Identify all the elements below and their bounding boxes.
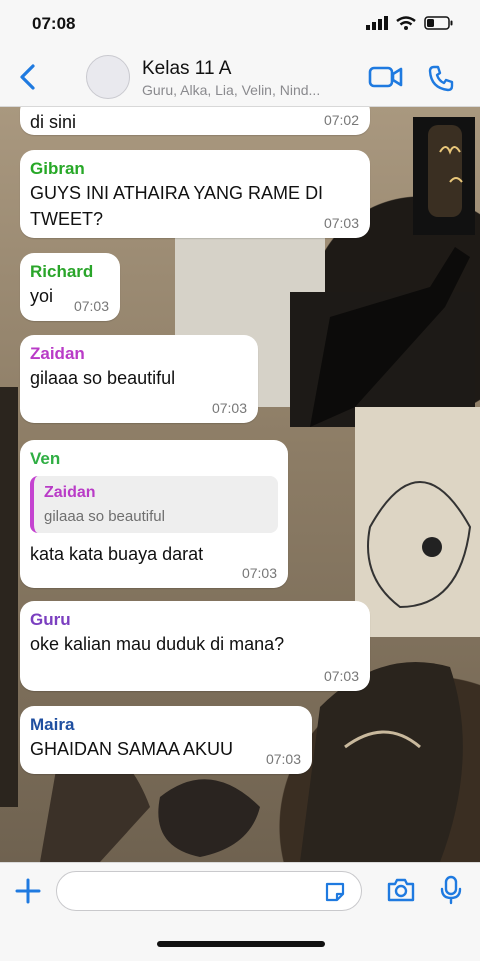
quoted-message[interactable]: Zaidan gilaaa so beautiful — [30, 476, 278, 533]
message-time: 07:03 — [323, 215, 359, 231]
message-time: 07:03 — [265, 751, 301, 767]
message-sender[interactable]: Gibran — [30, 158, 360, 180]
message-text: gilaaa so beautiful — [30, 368, 176, 388]
signal-icon — [366, 16, 388, 30]
phone-icon[interactable] — [427, 64, 455, 92]
status-time: 07:08 — [32, 14, 76, 33]
message-time: 07:03 — [73, 298, 109, 314]
message-text: GHAIDAN SAMAA AKUU — [30, 739, 234, 759]
group-avatar[interactable] — [86, 55, 130, 99]
message-bubble[interactable]: di sini 07:02 — [20, 107, 370, 135]
message-sender[interactable]: Richard — [30, 261, 110, 283]
quoted-sender: Zaidan — [44, 484, 96, 501]
message-text: di sini — [30, 112, 77, 132]
message-time: 07:03 — [211, 400, 247, 416]
chat-subtitle[interactable]: Guru, Alka, Lia, Velin, Nind... — [142, 82, 352, 98]
message-text: kata kata buaya darat — [30, 544, 204, 564]
chat-header: Kelas 11 A Guru, Alka, Lia, Velin, Nind.… — [0, 50, 480, 107]
message-text: oke kalian mau duduk di mana? — [30, 634, 285, 654]
plus-icon[interactable] — [14, 877, 42, 905]
message-time: 07:02 — [323, 112, 359, 128]
back-chevron-icon[interactable] — [16, 62, 40, 92]
video-call-icon[interactable] — [368, 64, 404, 90]
message-time: 07:03 — [323, 668, 359, 684]
message-sender[interactable]: Ven — [30, 448, 278, 470]
sticker-icon[interactable] — [323, 880, 347, 904]
wifi-icon — [396, 16, 416, 30]
battery-icon — [424, 16, 453, 30]
quoted-text: gilaaa so beautiful — [44, 508, 165, 525]
message-composer — [0, 862, 480, 961]
status-bar: 07:08 — [0, 0, 480, 50]
message-bubble[interactable]: Maira GHAIDAN SAMAA AKUU 07:03 — [20, 706, 312, 774]
message-bubble[interactable]: Gibran GUYS INI ATHAIRA YANG RAME DI TWE… — [20, 150, 370, 238]
message-bubble[interactable]: Guru oke kalian mau duduk di mana? 07:03 — [20, 601, 370, 691]
home-indicator — [157, 941, 325, 947]
message-sender[interactable]: Guru — [30, 609, 360, 631]
message-bubble[interactable]: Zaidan gilaaa so beautiful 07:03 — [20, 335, 258, 423]
message-sender[interactable]: Maira — [30, 714, 302, 736]
message-input[interactable] — [56, 871, 362, 911]
chat-title[interactable]: Kelas 11 A — [142, 58, 231, 80]
message-time: 07:03 — [241, 565, 277, 581]
message-text: GUYS INI ATHAIRA YANG RAME DI TWEET? — [30, 183, 324, 229]
microphone-icon[interactable] — [440, 875, 462, 905]
message-sender[interactable]: Zaidan — [30, 343, 248, 365]
message-bubble[interactable]: Ven Zaidan gilaaa so beautiful kata kata… — [20, 440, 288, 588]
message-bubble[interactable]: Richard yoi 07:03 — [20, 253, 120, 321]
status-icons — [366, 16, 454, 30]
chat-area[interactable]: di sini 07:02 Gibran GUYS INI ATHAIRA YA… — [0, 107, 480, 862]
camera-icon[interactable] — [386, 877, 416, 903]
